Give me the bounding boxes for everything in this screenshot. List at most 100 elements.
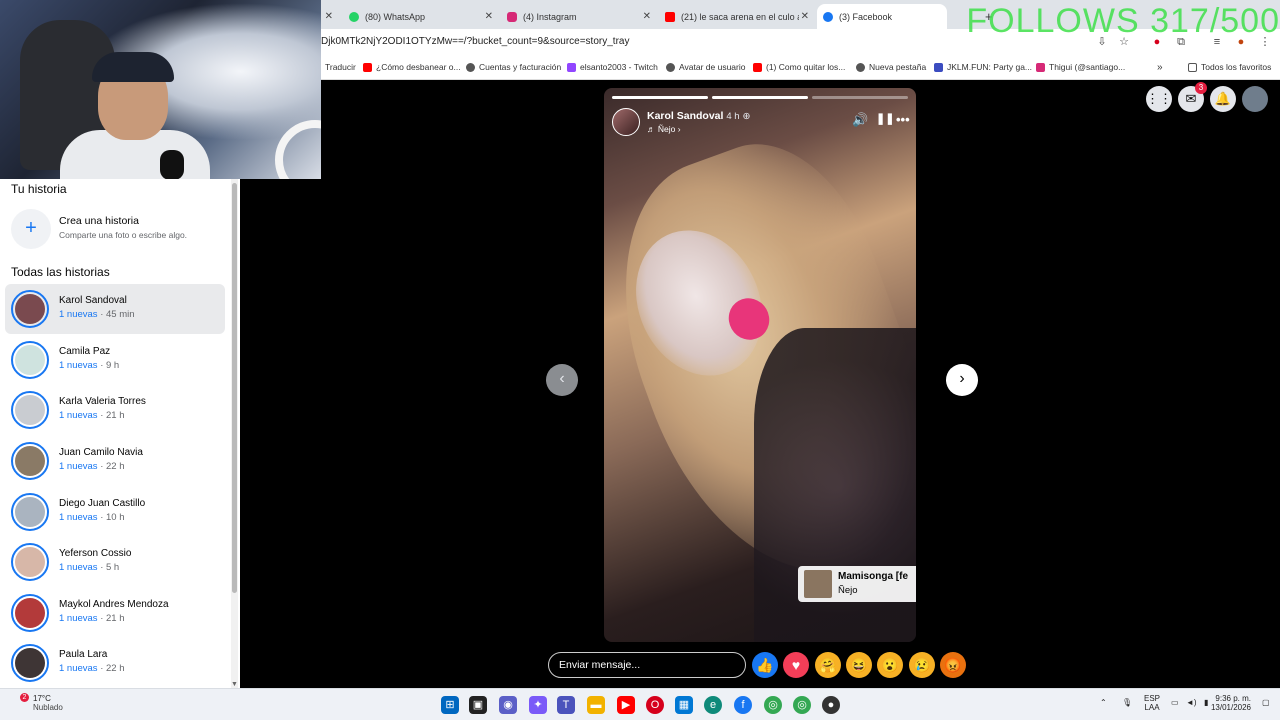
- story-card[interactable]: Karol Sandoval 4 h ⊕ ♬ Ñejo › 🔊 ❚❚ ••• M…: [604, 88, 916, 642]
- tab-facebook[interactable]: (3) Facebook: [817, 4, 947, 29]
- story-author[interactable]: Karol Sandoval 4 h ⊕: [647, 110, 750, 122]
- tab-partial[interactable]: ✕: [321, 4, 339, 29]
- close-icon[interactable]: ✕: [643, 11, 651, 22]
- bookmark-item[interactable]: ¿Cómo desbanear o...: [363, 62, 461, 72]
- bookmark-item[interactable]: Nueva pestaña: [856, 62, 926, 72]
- globe-icon: ⊕: [742, 111, 751, 122]
- create-story-button[interactable]: + Crea una historia Comparte una foto o …: [11, 209, 231, 249]
- facebook-app-icon[interactable]: f: [734, 696, 752, 714]
- bookmark-item[interactable]: elsanto2003 - Twitch: [567, 62, 658, 72]
- avatar: [11, 290, 49, 328]
- start-menu-icon[interactable]: ⊞: [441, 696, 459, 714]
- network-icon[interactable]: ▭: [1171, 698, 1179, 707]
- avatar[interactable]: [612, 108, 640, 136]
- new-count: 1 nuevas: [59, 410, 98, 421]
- pause-icon[interactable]: ❚❚: [876, 112, 894, 125]
- tray-overflow-icon[interactable]: ⌃: [1100, 698, 1107, 707]
- url-text[interactable]: Djk0MTk2NjY2ODI1OTYzMw==/?bucket_count=9…: [321, 36, 629, 47]
- story-time: · 22 h: [97, 461, 125, 472]
- notification-center-icon[interactable]: ▢: [1262, 698, 1270, 707]
- file-explorer-icon[interactable]: ▬: [587, 696, 605, 714]
- bookmark-item[interactable]: Avatar de usuario: [666, 62, 745, 72]
- youtube-icon: [665, 11, 675, 22]
- next-story-button[interactable]: ›: [946, 364, 978, 396]
- notifications-bell-icon[interactable]: 🔔: [1210, 86, 1236, 112]
- bookmark-item[interactable]: (1) Como quitar los...: [753, 62, 845, 72]
- task-view-icon[interactable]: ▣: [469, 696, 487, 714]
- tab-label: (4) Instagram: [523, 11, 577, 22]
- previous-story-button[interactable]: ‹: [546, 364, 578, 396]
- microphone-icon[interactable]: 🎙: [1122, 698, 1132, 707]
- bookmark-item[interactable]: Thigui (@santiago...: [1036, 62, 1125, 72]
- music-sticker[interactable]: Mamisonga [fe Ñejo: [798, 566, 916, 602]
- story-list-item[interactable]: Diego Juan Castillo 1 nuevas · 10 h: [5, 487, 225, 537]
- teams-icon[interactable]: T: [557, 696, 575, 714]
- chrome-icon[interactable]: ◎: [764, 696, 782, 714]
- like-reaction-icon[interactable]: 👍: [752, 652, 778, 678]
- close-icon[interactable]: ✕: [485, 11, 493, 22]
- volume-icon[interactable]: 🔊: [852, 112, 868, 128]
- all-bookmarks-folder[interactable]: Todos los favoritos: [1188, 62, 1271, 72]
- bookmark-item[interactable]: Cuentas y facturación: [466, 62, 561, 72]
- battery-icon[interactable]: ▮: [1204, 698, 1208, 707]
- tab-instagram[interactable]: (4) Instagram ✕: [501, 4, 657, 29]
- profile-avatar[interactable]: [1242, 86, 1268, 112]
- opera-icon[interactable]: O: [646, 696, 664, 714]
- new-count: 1 nuevas: [59, 663, 98, 674]
- wow-reaction-icon[interactable]: 😮: [877, 652, 903, 678]
- store-icon[interactable]: ▦: [675, 696, 693, 714]
- messenger-icon[interactable]: ✉ 3: [1178, 82, 1207, 112]
- story-time: · 10 h: [97, 512, 125, 523]
- angry-reaction-icon[interactable]: 😡: [940, 652, 966, 678]
- more-bookmarks-button[interactable]: »: [1157, 62, 1163, 73]
- scrollbar-thumb[interactable]: [232, 183, 237, 593]
- menu-grid-icon[interactable]: ⋮⋮: [1146, 86, 1172, 112]
- language-indicator[interactable]: ESP LAA: [1144, 694, 1160, 712]
- sad-reaction-icon[interactable]: 😢: [909, 652, 935, 678]
- close-icon[interactable]: ✕: [325, 11, 333, 22]
- story-time: · 9 h: [97, 360, 120, 371]
- story-time: · 5 h: [97, 562, 120, 573]
- tab-label: (3) Facebook: [839, 11, 893, 22]
- more-options-icon[interactable]: •••: [896, 112, 910, 127]
- obs-icon[interactable]: ●: [822, 696, 840, 714]
- copilot-icon[interactable]: ✦: [529, 696, 547, 714]
- scroll-down-arrow-icon[interactable]: ▼: [231, 681, 238, 688]
- story-time: · 45 min: [97, 309, 135, 320]
- story-list-item[interactable]: Yeferson Cossio 1 nuevas · 5 h: [5, 537, 225, 587]
- story-list-item[interactable]: Karol Sandoval 1 nuevas · 45 min: [5, 284, 225, 334]
- system-clock[interactable]: 9:36 p. m. 13/01/2026: [1211, 694, 1251, 712]
- new-count: 1 nuevas: [59, 461, 98, 472]
- reply-input[interactable]: [549, 653, 745, 677]
- story-list-item[interactable]: Karla Valeria Torres 1 nuevas · 21 h: [5, 385, 225, 435]
- sidebar-scrollbar[interactable]: ▼: [231, 179, 238, 688]
- story-list-item[interactable]: Juan Camilo Navia 1 nuevas · 22 h: [5, 436, 225, 486]
- tab-youtube[interactable]: (21) le saca arena en el culo a u ✕: [659, 4, 815, 29]
- chrome-profile-icon[interactable]: ◎: [793, 696, 811, 714]
- story-list-item[interactable]: Paula Lara 1 nuevas · 22 h: [5, 638, 225, 688]
- bookmark-label: Todos los favoritos: [1201, 62, 1272, 72]
- close-icon[interactable]: ✕: [801, 11, 809, 22]
- care-reaction-icon[interactable]: 🤗: [815, 652, 841, 678]
- create-story-title: Crea una historia: [59, 215, 139, 227]
- story-list-item[interactable]: Camila Paz 1 nuevas · 9 h: [5, 335, 225, 385]
- bookmark-item[interactable]: JKLM.FUN: Party ga...: [934, 62, 1032, 72]
- reply-field[interactable]: [548, 652, 746, 678]
- bookmark-item[interactable]: Traducir: [325, 62, 356, 72]
- bookmark-label: Thigui (@santiago...: [1049, 62, 1126, 72]
- love-reaction-icon[interactable]: ♥: [783, 652, 809, 678]
- story-song[interactable]: ♬ Ñejo ›: [647, 124, 681, 134]
- chat-icon[interactable]: ◉: [499, 696, 517, 714]
- bookmark-label: JKLM.FUN: Party ga...: [947, 62, 1033, 72]
- story-meta: 1 nuevas · 21 h: [59, 613, 125, 624]
- webcam-overlay: [0, 0, 321, 179]
- volume-tray-icon[interactable]: ◄): [1186, 698, 1197, 707]
- globe-icon: [666, 62, 675, 72]
- weather-widget[interactable]: 17°C Nublado: [33, 694, 63, 712]
- tab-whatsapp[interactable]: (80) WhatsApp ✕: [343, 4, 499, 29]
- story-list-item[interactable]: Maykol Andres Mendoza 1 nuevas · 21 h: [5, 588, 225, 638]
- haha-reaction-icon[interactable]: 😆: [846, 652, 872, 678]
- edge-icon[interactable]: e: [704, 696, 722, 714]
- windows-taskbar: 2 17°C Nublado ⊞ ▣ ◉ ✦ T ▬ ▶ O ▦ e f ◎ ◎…: [0, 688, 1280, 720]
- youtube-app-icon[interactable]: ▶: [617, 696, 635, 714]
